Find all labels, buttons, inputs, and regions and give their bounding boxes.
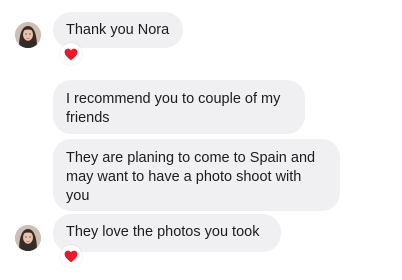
message-text: They are planing to come to Spain and ma…	[66, 150, 316, 204]
message-text: Thank you Nora	[66, 22, 170, 38]
message-bubble[interactable]: They love the photos you took	[53, 214, 281, 252]
heart-icon	[64, 250, 78, 262]
message-text: I recommend you to couple of my friends	[66, 91, 281, 126]
message-reaction[interactable]	[60, 245, 82, 267]
message-reaction[interactable]	[60, 43, 82, 65]
message-bubble[interactable]: I recommend you to couple of my friends	[53, 80, 305, 134]
message-bubble[interactable]: They are planing to come to Spain and ma…	[53, 139, 340, 211]
avatar-photo	[15, 22, 41, 48]
avatar-photo	[15, 225, 41, 251]
message-text: They love the photos you took	[66, 224, 260, 240]
contact-avatar[interactable]	[15, 225, 41, 251]
contact-avatar[interactable]	[15, 22, 41, 48]
heart-icon	[64, 48, 78, 60]
